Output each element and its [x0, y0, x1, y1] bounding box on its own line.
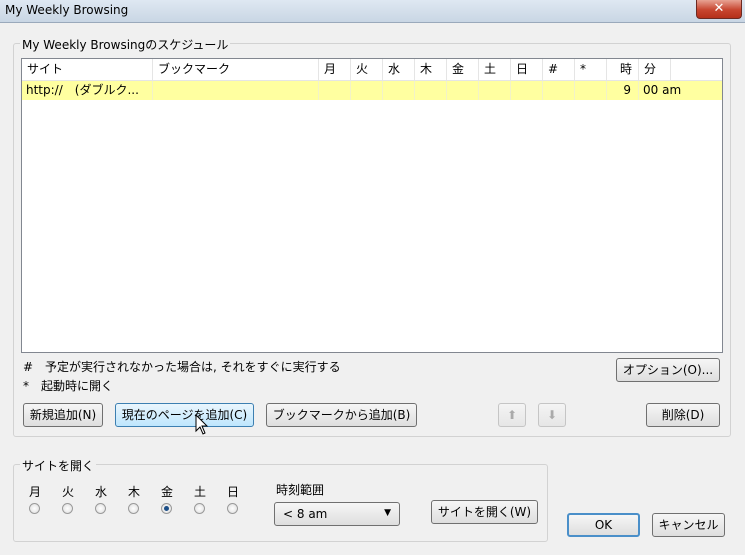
delete-button[interactable]: 削除(D): [646, 403, 720, 427]
day-label-thu: 木: [127, 485, 140, 499]
cell-bookmark: [153, 81, 319, 100]
radio-mon[interactable]: [29, 503, 40, 514]
cell-wed: [383, 81, 415, 100]
title-bar: My Weekly Browsing ✕: [0, 0, 745, 23]
cell-star: [575, 81, 607, 100]
chevron-down-icon: ▼: [384, 508, 391, 518]
window-title: My Weekly Browsing: [5, 3, 129, 17]
cancel-button[interactable]: キャンセル: [652, 513, 725, 537]
move-up-button[interactable]: ⬆: [498, 403, 526, 427]
options-button[interactable]: オプション(O)...: [616, 358, 720, 382]
day-label-mon: 月: [28, 485, 41, 499]
col-sat[interactable]: 土: [479, 59, 511, 80]
new-button[interactable]: 新規追加(N): [23, 403, 103, 427]
day-label-fri: 金: [160, 485, 173, 499]
radio-sun[interactable]: [227, 503, 238, 514]
add-from-bookmark-button[interactable]: ブックマークから追加(B): [266, 403, 417, 427]
list-header: サイト ブックマーク 月 火 水 木 金 土 日 # * 時 分: [22, 59, 722, 81]
add-current-page-button[interactable]: 現在のページを追加(C): [115, 403, 254, 427]
radio-thu[interactable]: [128, 503, 139, 514]
move-down-button[interactable]: ⬇: [538, 403, 566, 427]
day-label-tue: 火: [61, 485, 74, 499]
col-mon[interactable]: 月: [319, 59, 351, 80]
ok-button[interactable]: OK: [567, 513, 640, 537]
col-wed[interactable]: 水: [383, 59, 415, 80]
col-thu[interactable]: 木: [415, 59, 447, 80]
cell-sat: [479, 81, 511, 100]
open-site-button[interactable]: サイトを開く(W): [431, 500, 538, 524]
day-label-wed: 水: [94, 485, 107, 499]
day-label-sat: 土: [193, 485, 206, 499]
note-star: * 起動時に開く: [23, 379, 114, 393]
cell-hour: 9: [607, 81, 639, 100]
cell-thu: [415, 81, 447, 100]
col-hash[interactable]: #: [543, 59, 575, 80]
col-star[interactable]: *: [575, 59, 607, 80]
radio-sat[interactable]: [194, 503, 205, 514]
cell-minute: 00 am: [643, 83, 682, 97]
schedule-list[interactable]: サイト ブックマーク 月 火 水 木 金 土 日 # * 時 分 http://…: [21, 58, 723, 353]
radio-fri[interactable]: [161, 503, 172, 514]
mouse-cursor-icon: [195, 414, 209, 435]
col-tue[interactable]: 火: [351, 59, 383, 80]
col-site[interactable]: サイト: [22, 59, 153, 80]
note-hash: # 予定が実行されなかった場合は, それをすぐに実行する: [23, 360, 341, 374]
close-button[interactable]: ✕: [696, 0, 742, 19]
radio-tue[interactable]: [62, 503, 73, 514]
schedule-legend: My Weekly Browsingのスケジュール: [20, 36, 231, 53]
col-bookmark[interactable]: ブックマーク: [153, 59, 319, 80]
col-hour[interactable]: 時: [607, 59, 639, 80]
cell-site: http:// (ダブルク...: [22, 81, 153, 100]
radio-wed[interactable]: [95, 503, 106, 514]
table-row[interactable]: http:// (ダブルク... 9 00 am: [22, 81, 722, 100]
cell-sun: [511, 81, 543, 100]
time-range-label: 時刻範囲: [276, 483, 325, 497]
time-range-value: < 8 am: [283, 507, 328, 521]
cell-tue: [351, 81, 383, 100]
col-fri[interactable]: 金: [447, 59, 479, 80]
cell-mon: [319, 81, 351, 100]
time-range-select[interactable]: < 8 am ▼: [274, 502, 400, 526]
col-sun[interactable]: 日: [511, 59, 543, 80]
cell-fri: [447, 81, 479, 100]
day-label-sun: 日: [226, 485, 239, 499]
open-sites-legend: サイトを開く: [20, 457, 97, 474]
col-minute[interactable]: 分: [639, 59, 671, 80]
cell-hash: [543, 81, 575, 100]
